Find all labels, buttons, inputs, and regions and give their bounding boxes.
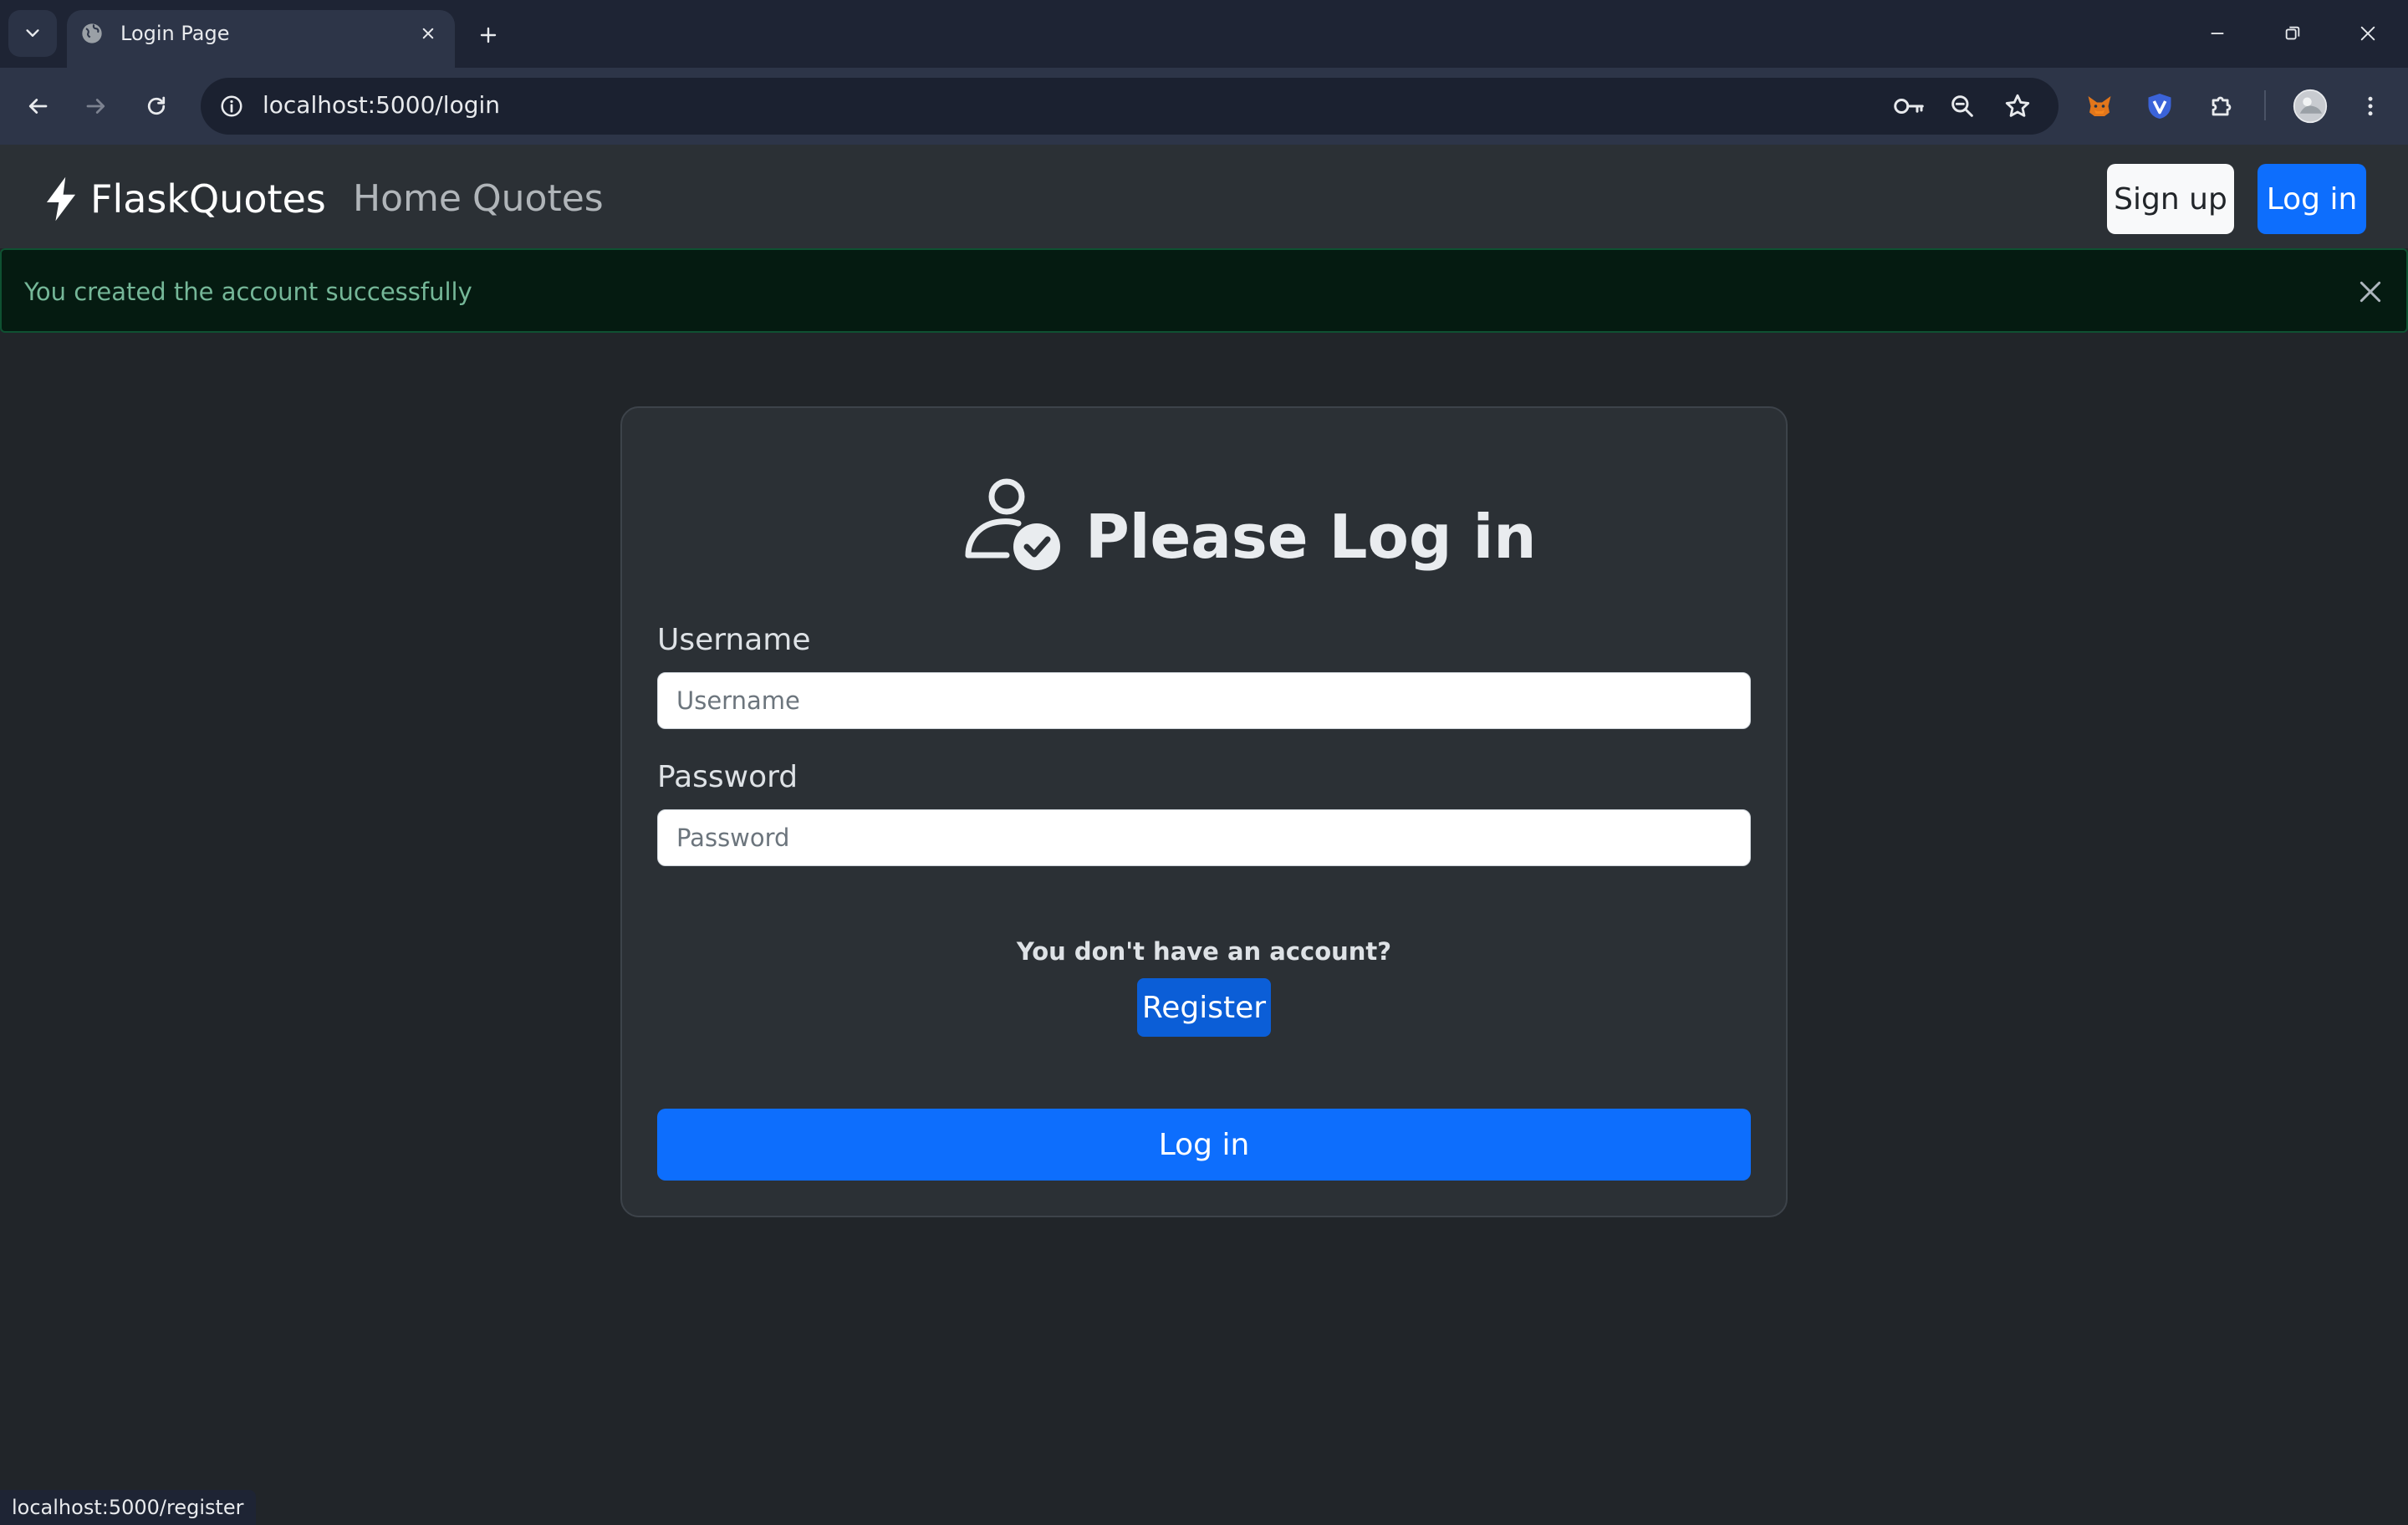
browser-menu-button[interactable] <box>2348 84 2393 129</box>
site-info-button[interactable] <box>211 85 253 127</box>
minimize-icon <box>2211 33 2224 34</box>
metamask-fox-icon <box>2088 96 2111 116</box>
reload-button[interactable] <box>135 85 177 127</box>
close-icon <box>2360 26 2375 41</box>
tab-close-button[interactable] <box>415 20 441 47</box>
metamask-extension-button[interactable] <box>2077 84 2122 129</box>
vpn-extension-button[interactable] <box>2137 84 2182 129</box>
toolbar-divider <box>2264 90 2266 120</box>
info-icon <box>221 95 242 117</box>
username-label: Username <box>657 623 811 657</box>
back-button[interactable] <box>17 85 59 127</box>
bookmark-button[interactable] <box>1997 85 2038 127</box>
window-restore-button[interactable] <box>2259 12 2326 55</box>
restore-icon <box>2285 26 2300 40</box>
login-submit-button[interactable]: Log in <box>657 1109 1751 1181</box>
password-manager-button[interactable] <box>1888 85 1930 127</box>
tab-search-button[interactable] <box>8 10 57 57</box>
nav-link-home[interactable]: Home <box>353 174 462 224</box>
arrow-left-icon <box>28 99 48 114</box>
arrow-right-icon <box>86 99 105 114</box>
nav-link-quotes[interactable]: Quotes <box>472 174 604 224</box>
reload-icon <box>147 96 166 115</box>
username-input[interactable] <box>657 672 1751 729</box>
register-button[interactable]: Register <box>1137 978 1271 1037</box>
signup-button[interactable]: Sign up <box>2107 164 2234 234</box>
user-check-icon <box>963 473 1064 574</box>
zoom-button[interactable] <box>1941 85 1983 127</box>
key-icon <box>1894 99 1924 114</box>
zoom-out-icon <box>1951 95 1973 117</box>
v-shield-icon <box>2148 94 2171 119</box>
close-icon <box>422 28 434 39</box>
navbar-login-button[interactable]: Log in <box>2258 164 2366 234</box>
star-icon <box>2005 94 2030 117</box>
close-icon <box>2360 281 2381 303</box>
alert-close-button[interactable] <box>2353 274 2388 309</box>
window-minimize-button[interactable] <box>2184 12 2251 55</box>
password-label: Password <box>657 760 798 794</box>
address-bar-url[interactable]: localhost:5000/login <box>263 89 500 122</box>
brand-link[interactable]: FlaskQuotes <box>43 174 326 224</box>
password-input[interactable] <box>657 809 1751 866</box>
alert-message: You created the account successfully <box>24 278 472 306</box>
page-title: Please Log in <box>1085 502 1537 572</box>
lightning-icon <box>46 176 76 222</box>
forward-button[interactable] <box>75 85 117 127</box>
avatar[interactable] <box>2288 84 2333 129</box>
tab-title: Login Page <box>120 22 230 45</box>
register-prompt: You don't have an account? <box>1016 937 1392 966</box>
new-tab-button[interactable] <box>472 18 505 52</box>
plus-icon <box>480 27 497 43</box>
globe-icon <box>80 22 104 45</box>
puzzle-icon <box>2212 96 2232 116</box>
status-url: localhost:5000/register <box>0 1490 256 1525</box>
extensions-button[interactable] <box>2199 84 2244 129</box>
window-close-button[interactable] <box>2334 12 2401 55</box>
chevron-down-icon <box>26 29 39 37</box>
brand-name: FlaskQuotes <box>90 176 326 222</box>
kebab-menu-icon <box>2368 96 2373 116</box>
